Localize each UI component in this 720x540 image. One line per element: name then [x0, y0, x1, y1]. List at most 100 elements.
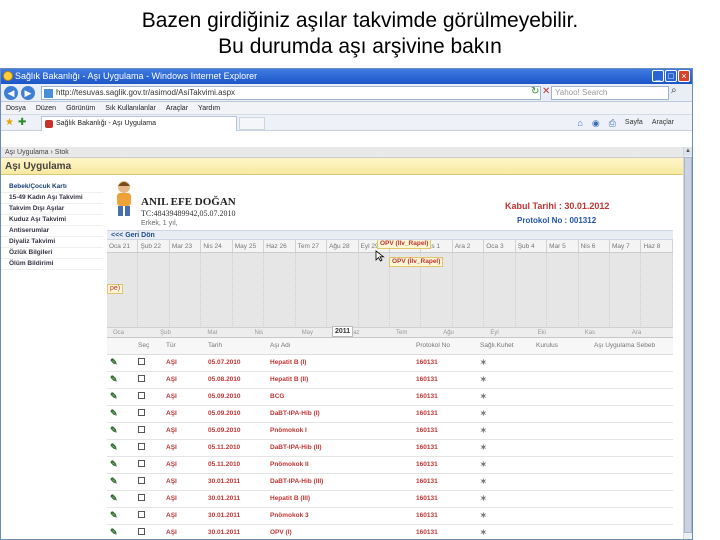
scroll-up-icon[interactable]: ▲	[684, 147, 692, 156]
syringe-icon[interactable]: ✎	[107, 507, 135, 525]
table-row[interactable]: ✎ AŞI 05.11.2010 DaBT-IPA-Hib (II) 160131 ✶	[107, 439, 673, 457]
menu-item-help[interactable]: Yardım	[198, 102, 220, 114]
column-header[interactable]: Kurulus	[533, 338, 591, 355]
page-menu[interactable]: Sayfa	[625, 117, 643, 129]
select-checkbox[interactable]	[135, 524, 163, 539]
column-header[interactable]: Aşı Uygulama Sebeb	[591, 338, 673, 355]
cell-vaccine: Hepatit B (II)	[267, 371, 413, 389]
pin-icon[interactable]: ✶	[477, 422, 533, 440]
pin-icon[interactable]: ✶	[477, 524, 533, 539]
pin-icon[interactable]: ✶	[477, 371, 533, 389]
column-header[interactable]: Sağlı.Kuhet	[477, 338, 533, 355]
select-checkbox[interactable]	[135, 371, 163, 389]
sidebar-item-off-schedule[interactable]: Takvim Dışı Aşılar	[1, 204, 103, 215]
select-checkbox[interactable]	[135, 439, 163, 457]
select-checkbox[interactable]	[135, 456, 163, 474]
syringe-icon[interactable]: ✎	[107, 388, 135, 406]
search-input[interactable]: Yahoo! Search	[551, 86, 669, 100]
forward-arrow-icon[interactable]: ▶	[21, 86, 35, 100]
scrollbar-thumb[interactable]	[684, 157, 692, 533]
sidebar-item-child-card[interactable]: Bebek/Çocuk Kartı	[1, 182, 103, 193]
timeline-gridline	[201, 253, 233, 337]
syringe-icon[interactable]: ✎	[107, 405, 135, 423]
sidebar-item-women-schedule[interactable]: 15-49 Kadın Aşı Takvimi	[1, 193, 103, 204]
pin-icon[interactable]: ✶	[477, 405, 533, 423]
pin-icon[interactable]: ✶	[477, 507, 533, 525]
syringe-icon[interactable]: ✎	[107, 490, 135, 508]
syringe-icon[interactable]: ✎	[107, 422, 135, 440]
column-header[interactable]: Aşı Adı	[267, 338, 413, 355]
column-header[interactable]: Protokol No	[413, 338, 477, 355]
vaccine-timeline[interactable]: Oca 21 Şub 22 Mar 23 Nis 24 May 25 Haz 26 Tem …	[107, 240, 673, 338]
menu-item-tools[interactable]: Araçlar	[166, 102, 188, 114]
table-row[interactable]: ✎ AŞI 30.01.2011 Hepatit B (III) 160131 ✶	[107, 490, 673, 508]
menu-item-file[interactable]: Dosya	[6, 102, 26, 114]
maximize-icon[interactable]: □	[665, 70, 677, 82]
search-icon[interactable]: ⌕	[671, 85, 677, 96]
syringe-icon[interactable]: ✎	[107, 439, 135, 457]
breadcrumb[interactable]: Aşı Uygulama › Stok	[1, 147, 684, 158]
refresh-icon[interactable]: ↻	[531, 86, 539, 97]
sidebar-item-dialysis[interactable]: Diyaliz Takvimi	[1, 237, 103, 248]
table-row[interactable]: ✎ AŞI 05.08.2010 Hepatit B (II) 160131 ✶	[107, 371, 673, 389]
syringe-icon[interactable]: ✎	[107, 456, 135, 474]
pin-icon[interactable]: ✶	[477, 456, 533, 474]
table-row[interactable]: ✎ AŞI 05.07.2010 Hepatit B (I) 160131 ✶	[107, 354, 673, 372]
browser-tab[interactable]: Sağlık Bakanlığı - Aşı Uygulama	[41, 116, 237, 131]
syringe-icon[interactable]: ✎	[107, 354, 135, 372]
back-link[interactable]: <<< Geri Dön	[111, 232, 155, 239]
table-row[interactable]: ✎ AŞI 30.01.2011 OPV (I) 160131 ✶	[107, 524, 673, 539]
sidebar-item-personal-info[interactable]: Özlük Bilgileri	[1, 248, 103, 259]
home-icon[interactable]: ⌂	[577, 117, 582, 129]
sidebar-item-death-report[interactable]: Ölüm Bildirimi	[1, 259, 103, 270]
select-checkbox[interactable]	[135, 405, 163, 423]
timeline-event[interactable]: OPV (İlv_Rapel)	[389, 257, 444, 267]
menu-item-view[interactable]: Görünüm	[66, 102, 95, 114]
table-row[interactable]: ✎ AŞI 30.01.2011 DaBT-IPA-Hib (III) 160131 ✶	[107, 473, 673, 491]
syringe-icon[interactable]: ✎	[107, 524, 135, 539]
tools-menu[interactable]: Araçlar	[652, 117, 674, 129]
cell-institution	[533, 422, 591, 440]
vertical-scrollbar[interactable]: ▲	[683, 147, 692, 539]
syringe-icon[interactable]: ✎	[107, 473, 135, 491]
select-checkbox[interactable]	[135, 354, 163, 372]
table-row[interactable]: ✎ AŞI 05.11.2010 Pnömokok II 160131 ✶	[107, 456, 673, 474]
pin-icon[interactable]: ✶	[477, 490, 533, 508]
favorites-star-icon[interactable]: ★	[5, 117, 14, 128]
menu-item-edit[interactable]: Düzen	[36, 102, 56, 114]
column-header[interactable]: Tür	[163, 338, 205, 355]
table-row[interactable]: ✎ AŞI 05.09.2010 Pnömokok I 160131 ✶	[107, 422, 673, 440]
select-checkbox[interactable]	[135, 490, 163, 508]
timeline-overview[interactable]: Oca Şub Mar Nis May Haz Tem Ağu Eyl Eki Kas Ara	[107, 327, 673, 337]
feeds-icon[interactable]: ◉	[592, 117, 600, 129]
syringe-icon[interactable]: ✎	[107, 371, 135, 389]
new-tab-button[interactable]	[239, 117, 265, 130]
address-input[interactable]: http://tesuvas.saglik.gov.tr/asimod/AsiT…	[41, 86, 541, 100]
minimize-icon[interactable]: _	[652, 70, 664, 82]
sidebar-item-rabies[interactable]: Kuduz Aşı Takvimi	[1, 215, 103, 226]
add-favorite-icon[interactable]: ✚	[18, 117, 26, 128]
back-arrow-icon[interactable]: ◀	[4, 86, 18, 100]
print-icon[interactable]: ⎙	[609, 117, 616, 129]
column-header[interactable]: Seç	[135, 338, 163, 355]
vaccine-archive-table: Seç Tür Tarih Aşı Adı Protokol No Sağlı.…	[107, 338, 673, 539]
pin-icon[interactable]: ✶	[477, 354, 533, 372]
stop-icon[interactable]: ✕	[542, 86, 550, 97]
sidebar-item-antiserum[interactable]: Antiserumlar	[1, 226, 103, 237]
select-checkbox[interactable]	[135, 422, 163, 440]
table-row[interactable]: ✎ AŞI 30.01.2011 Pnömokok 3 160131 ✶	[107, 507, 673, 525]
timeline-left-marker[interactable]: pe)	[107, 284, 124, 294]
table-row[interactable]: ✎ AŞI 05.09.2010 DaBT-IPA-Hib (I) 160131 ✶	[107, 405, 673, 423]
timeline-event[interactable]: OPV (İlv_Rapel)	[377, 240, 432, 249]
select-checkbox[interactable]	[135, 473, 163, 491]
select-checkbox[interactable]	[135, 507, 163, 525]
pin-icon[interactable]: ✶	[477, 388, 533, 406]
table-row[interactable]: ✎ AŞI 05.09.2010 BCG 160131 ✶	[107, 388, 673, 406]
select-checkbox[interactable]	[135, 388, 163, 406]
pin-icon[interactable]: ✶	[477, 473, 533, 491]
menu-item-favorites[interactable]: Sık Kullanılanlar	[105, 102, 156, 114]
close-icon[interactable]: ×	[678, 70, 690, 82]
main-content: ANIL EFE DOĞAN TC:48439489942,05.07.2010…	[107, 176, 673, 539]
pin-icon[interactable]: ✶	[477, 439, 533, 457]
column-header[interactable]: Tarih	[205, 338, 267, 355]
